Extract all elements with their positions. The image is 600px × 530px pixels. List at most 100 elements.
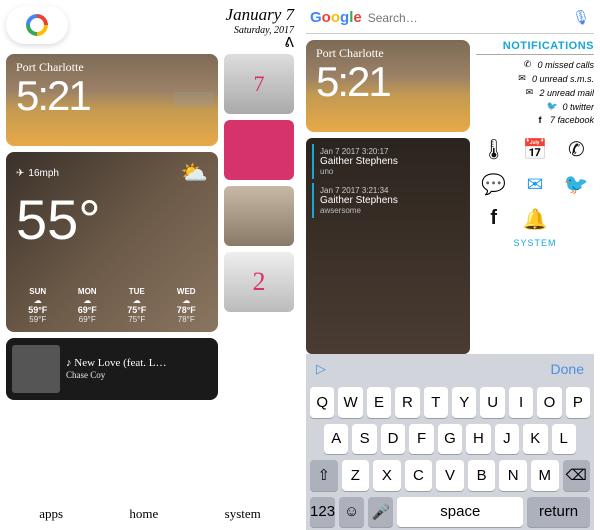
system-label[interactable]: SYSTEM [476, 238, 594, 248]
header: January 7 Saturday, 2017 ᕕ [6, 6, 294, 50]
current-temp: 55° [16, 192, 208, 248]
nav-home[interactable]: home [129, 506, 158, 522]
notif-sms[interactable]: ✉0 unread s.m.s. [516, 73, 594, 84]
key-b[interactable]: B [468, 460, 496, 491]
big-time: 5:21 [316, 61, 460, 103]
suggestion-next-icon[interactable]: ▷ [316, 361, 326, 377]
clock-city-card[interactable]: Port Charlotte 5:21 [6, 54, 218, 146]
date-widget[interactable]: January 7 Saturday, 2017 ᕕ [226, 6, 294, 51]
left-body: Port Charlotte 5:21 ✈ 16mph ⛅ 55° SUN☁59… [6, 54, 294, 502]
key-u[interactable]: U [480, 387, 504, 418]
key-d[interactable]: D [381, 424, 405, 455]
music-note-icon: ♪ [66, 357, 72, 369]
key-o[interactable]: O [537, 387, 561, 418]
key-l[interactable]: L [552, 424, 576, 455]
twitter-icon[interactable]: 🐦 [559, 172, 594, 197]
key-r[interactable]: R [395, 387, 419, 418]
bottom-nav: apps home system [6, 502, 294, 524]
key-t[interactable]: T [424, 387, 448, 418]
nav-apps[interactable]: apps [39, 506, 63, 522]
key-mic[interactable]: 🎤 [368, 497, 393, 528]
music-artist: Chase Coy [66, 370, 167, 382]
notif-missed-calls[interactable]: ✆0 missed calls [521, 59, 594, 70]
phone-icon: ✆ [521, 59, 533, 70]
shortcut-column: 7 2 [224, 54, 294, 502]
shortcut-tile[interactable]: 7 [224, 54, 294, 114]
keyboard-done-button[interactable]: Done [551, 361, 584, 377]
plane-icon: ✈ [16, 168, 24, 179]
home-screen-right: Google 🎙 Port Charlotte 5:21 Jan 7 2017 … [300, 0, 600, 530]
facebook-icon: f [534, 115, 546, 125]
chat-icon[interactable]: 💬 [476, 172, 511, 197]
skyline-icon [174, 92, 214, 142]
key-c[interactable]: C [405, 460, 433, 491]
google-icon [26, 14, 48, 36]
notif-twitter[interactable]: 🐦0 twitter [546, 101, 594, 112]
shortcut-tile[interactable] [224, 120, 294, 180]
google-launcher[interactable] [6, 6, 68, 44]
message-item[interactable]: Jan 7 2017 3:20:17 Gaither Stephens uno [312, 144, 464, 179]
bell-icon[interactable]: 🔔 [517, 207, 552, 232]
facebook-icon[interactable]: f [476, 207, 511, 232]
shortcut-tile[interactable]: 2 [224, 252, 294, 312]
clock-city-card[interactable]: Port Charlotte 5:21 [306, 40, 470, 132]
key-backspace[interactable]: ⌫ [563, 460, 591, 491]
key-h[interactable]: H [466, 424, 490, 455]
key-a[interactable]: A [324, 424, 348, 455]
forecast-day: TUE☁75°F75°F [115, 287, 159, 324]
mail-icon[interactable]: ✉ [517, 172, 552, 197]
key-s[interactable]: S [352, 424, 376, 455]
keyboard-row: 123 ☺ 🎤 space return [306, 494, 594, 530]
key-emoji[interactable]: ☺ [339, 497, 364, 528]
date-sub: Saturday, 2017 [226, 25, 294, 36]
sun-cloud-icon: ⛅ [181, 160, 208, 186]
notification-panel: NOTIFICATIONS ✆0 missed calls ✉0 unread … [476, 40, 594, 354]
key-f[interactable]: F [409, 424, 433, 455]
music-title: New Love (feat. L… [74, 357, 166, 369]
twitter-icon: 🐦 [546, 101, 558, 112]
key-return[interactable]: return [527, 497, 590, 528]
running-icon: ᕕ [226, 36, 294, 51]
key-y[interactable]: Y [452, 387, 476, 418]
key-e[interactable]: E [367, 387, 391, 418]
phone-icon[interactable]: ✆ [559, 137, 594, 162]
key-v[interactable]: V [436, 460, 464, 491]
key-w[interactable]: W [338, 387, 362, 418]
messages-card[interactable]: Jan 7 2017 3:20:17 Gaither Stephens uno … [306, 138, 470, 354]
key-p[interactable]: P [566, 387, 590, 418]
forecast-day: SUN☁59°F59°F [16, 287, 60, 324]
wind-speed: 16mph [28, 168, 59, 179]
key-q[interactable]: Q [310, 387, 334, 418]
onscreen-keyboard: ▷ Done QWERTYUIOP ASDFGHJKL ⇧ZXCVBNM⌫ 12… [306, 354, 594, 530]
key-m[interactable]: M [531, 460, 559, 491]
key-i[interactable]: I [509, 387, 533, 418]
shortcut-tile[interactable] [224, 186, 294, 246]
key-j[interactable]: J [495, 424, 519, 455]
key-space[interactable]: space [397, 497, 523, 528]
key-x[interactable]: X [373, 460, 401, 491]
key-g[interactable]: G [438, 424, 462, 455]
key-k[interactable]: K [523, 424, 547, 455]
keyboard-row: ASDFGHJKL [306, 421, 594, 458]
weather-card[interactable]: ✈ 16mph ⛅ 55° SUN☁59°F59°F MON☁69°F69°F … [6, 152, 218, 332]
keyboard-suggestion-bar: ▷ Done [306, 354, 594, 384]
date-main: January 7 [226, 6, 294, 25]
key-shift[interactable]: ⇧ [310, 460, 338, 491]
message-item[interactable]: Jan 7 2017 3:21:34 Gaither Stephens awse… [312, 183, 464, 218]
key-z[interactable]: Z [342, 460, 370, 491]
notif-mail[interactable]: ✉2 unread mail [523, 87, 594, 98]
search-input[interactable] [368, 11, 567, 25]
key-numbers[interactable]: 123 [310, 497, 335, 528]
notif-header: NOTIFICATIONS [476, 40, 594, 55]
notif-facebook[interactable]: f7 facebook [534, 115, 594, 125]
google-wordmark: Google [310, 9, 362, 26]
voice-search-icon[interactable]: 🎙 [572, 9, 590, 26]
album-art [12, 345, 60, 393]
nav-system[interactable]: system [225, 506, 261, 522]
key-n[interactable]: N [499, 460, 527, 491]
calendar-icon[interactable]: 📅 [517, 137, 552, 162]
forecast-row: SUN☁59°F59°F MON☁69°F69°F TUE☁75°F75°F W… [16, 287, 208, 324]
search-bar[interactable]: Google 🎙 [306, 6, 594, 34]
thermometer-icon[interactable]: 🌡 [476, 137, 511, 162]
music-card[interactable]: ♪ New Love (feat. L… Chase Coy [6, 338, 218, 400]
